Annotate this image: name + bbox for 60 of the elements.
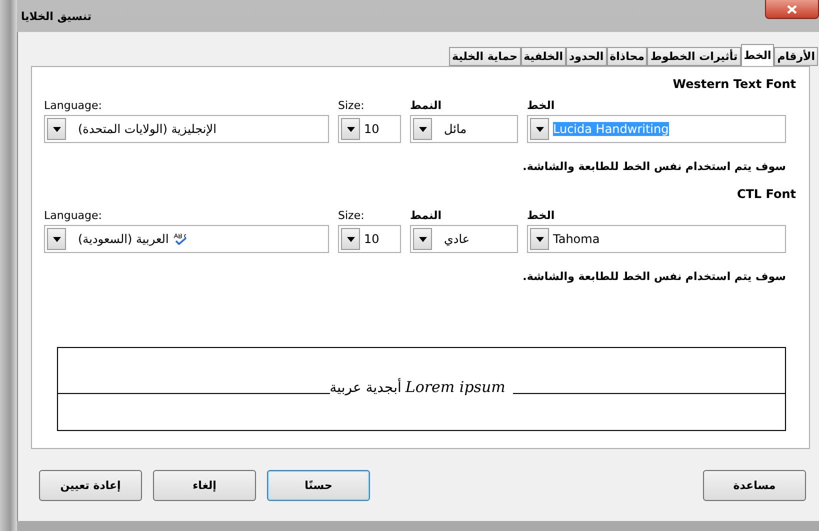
size-combo-box[interactable]: 10: [338, 115, 401, 143]
close-icon: [787, 4, 797, 14]
size-combo-box[interactable]: 10: [338, 225, 401, 253]
tab[interactable]: محاذاة: [606, 47, 648, 66]
tab[interactable]: تأثيرات الخطوط: [647, 47, 741, 66]
tab[interactable]: الأرقام: [774, 47, 818, 66]
combo-value: مائل: [444, 122, 467, 136]
close-button[interactable]: [765, 0, 819, 19]
dropdown-arrow-icon: [418, 236, 426, 242]
preview-text: أبجدية عربية: [330, 380, 402, 396]
dropdown-arrow-icon: [52, 236, 60, 242]
dropdown-button[interactable]: [530, 228, 549, 250]
dropdown-arrow-icon: [418, 126, 426, 132]
field-label: النمط: [410, 99, 442, 112]
window-title: تنسيق الخلايا: [21, 10, 92, 22]
field-label: الخط: [527, 99, 555, 112]
tab[interactable]: الخلفية: [520, 47, 566, 66]
font-combo-box[interactable]: Tahoma: [527, 225, 786, 253]
dropdown-arrow-icon: [536, 236, 544, 242]
dropdown-arrow-icon: [536, 126, 544, 132]
dropdown-arrow-icon: [52, 126, 60, 132]
preview-text: Lorem ipsum: [405, 378, 506, 396]
combo-value: 10: [364, 232, 380, 246]
combo-value: العربية (السعودية): [78, 232, 169, 246]
tab[interactable]: الخط: [740, 44, 774, 66]
combo-value: عادي: [444, 232, 470, 246]
dropdown-button[interactable]: [413, 118, 432, 140]
language-combo-box[interactable]: الإنجليزية (الولايات المتحدة): [44, 115, 329, 143]
field-label: Language:: [44, 99, 102, 112]
dropdown-button[interactable]: [341, 118, 360, 140]
combo-value: Tahoma: [553, 232, 600, 246]
combo-value: الإنجليزية (الولايات المتحدة): [78, 122, 216, 136]
tab[interactable]: الحدود: [566, 47, 607, 66]
dropdown-arrow-icon: [346, 126, 354, 132]
field-label: Language:: [44, 209, 102, 222]
section-heading: Western Text Font: [672, 77, 796, 91]
dialog-button[interactable]: مساعدة: [703, 470, 806, 501]
info-text: سوف يتم استخدام نفس الخط للطابعة والشاشة.: [522, 270, 786, 283]
field-label: النمط: [410, 209, 442, 222]
language-combo-box[interactable]: العربية (السعودية): [44, 225, 329, 253]
dropdown-button[interactable]: [47, 228, 66, 250]
field-label: الخط: [527, 209, 555, 222]
section-heading: CTL Font: [736, 187, 796, 201]
style-combo-box[interactable]: مائل: [410, 115, 518, 143]
dropdown-button[interactable]: [530, 118, 549, 140]
style-combo-box[interactable]: عادي: [410, 225, 518, 253]
default-button[interactable]: حسنًا: [267, 470, 370, 501]
dropdown-arrow-icon: [346, 236, 354, 242]
info-text: سوف يتم استخدام نفس الخط للطابعة والشاشة.: [522, 160, 786, 173]
spellcheck-icon: [172, 233, 187, 245]
dropdown-button[interactable]: [413, 228, 432, 250]
dialog-button[interactable]: إعادة تعيين: [39, 470, 142, 501]
field-label: Size:: [338, 99, 364, 112]
dialog-button[interactable]: إلغاء: [153, 470, 256, 501]
tab[interactable]: حماية الخلية: [449, 47, 521, 66]
dropdown-button[interactable]: [341, 228, 360, 250]
combo-value: 10: [364, 122, 380, 136]
field-label: Size:: [338, 209, 364, 222]
combo-value: Lucida Handwriting: [553, 122, 669, 136]
dropdown-button[interactable]: [47, 118, 66, 140]
